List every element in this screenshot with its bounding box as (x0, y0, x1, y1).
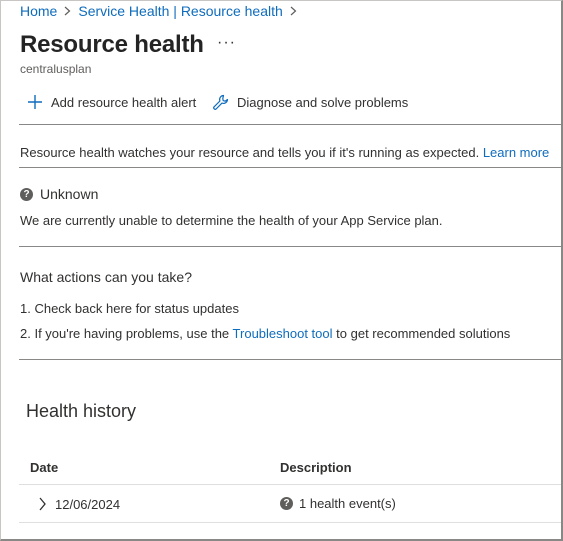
action-item-suffix: to get recommended solutions (336, 326, 511, 341)
add-alert-label: Add resource health alert (51, 94, 197, 110)
question-circle-icon: ? (280, 497, 293, 510)
table-cell-description-text: 1 health event(s) (299, 496, 396, 511)
troubleshoot-tool-link[interactable]: Troubleshoot tool (233, 326, 333, 341)
table-cell-date: 12/06/2024 (55, 496, 121, 512)
action-item-check-back: 1. Check back here for status updates (20, 301, 239, 316)
more-options-button[interactable]: ··· (217, 34, 236, 52)
info-description: Resource health watches your resource an… (20, 145, 480, 160)
resource-name: centralusplan (20, 62, 92, 76)
page-title: Resource health (20, 31, 204, 58)
table-row-expand-toggle[interactable]: 12/06/2024 (38, 496, 120, 512)
chevron-right-icon (39, 497, 46, 511)
question-circle-icon: ? (20, 187, 33, 201)
action-item-prefix: 2. If you're having problems, use the (20, 326, 230, 341)
info-text: Resource health watches your resource an… (20, 145, 549, 160)
health-history-title: Health history (26, 401, 137, 421)
breadcrumb-home-link[interactable]: Home (20, 3, 57, 19)
breadcrumb-service-health-link[interactable]: Service Health | Resource health (78, 3, 282, 19)
divider (19, 246, 561, 247)
diagnose-and-solve-button[interactable]: Diagnose and solve problems (212, 94, 408, 111)
table-row-divider (19, 522, 561, 523)
divider (19, 359, 561, 360)
status-description: We are currently unable to determine the… (20, 213, 443, 228)
plus-icon (28, 95, 42, 109)
divider (19, 124, 561, 125)
breadcrumb: Home Service Health | Resource health (20, 3, 304, 19)
column-header-date[interactable]: Date (30, 460, 58, 475)
chevron-right-icon (64, 4, 71, 19)
add-resource-health-alert-button[interactable]: Add resource health alert (27, 94, 196, 110)
table-header-divider (19, 484, 561, 485)
diagnose-label: Diagnose and solve problems (237, 95, 409, 110)
column-header-description[interactable]: Description (280, 460, 352, 475)
divider (19, 167, 561, 168)
table-cell-description: ? 1 health event(s) (280, 496, 396, 511)
chevron-right-icon (290, 4, 297, 19)
wrench-icon (213, 94, 229, 110)
actions-title: What actions can you take? (20, 269, 192, 285)
learn-more-link[interactable]: Learn more (483, 145, 549, 160)
status-label: Unknown (40, 186, 99, 202)
health-status: ? Unknown (20, 186, 98, 202)
action-item-troubleshoot: 2. If you're having problems, use the Tr… (20, 326, 510, 341)
